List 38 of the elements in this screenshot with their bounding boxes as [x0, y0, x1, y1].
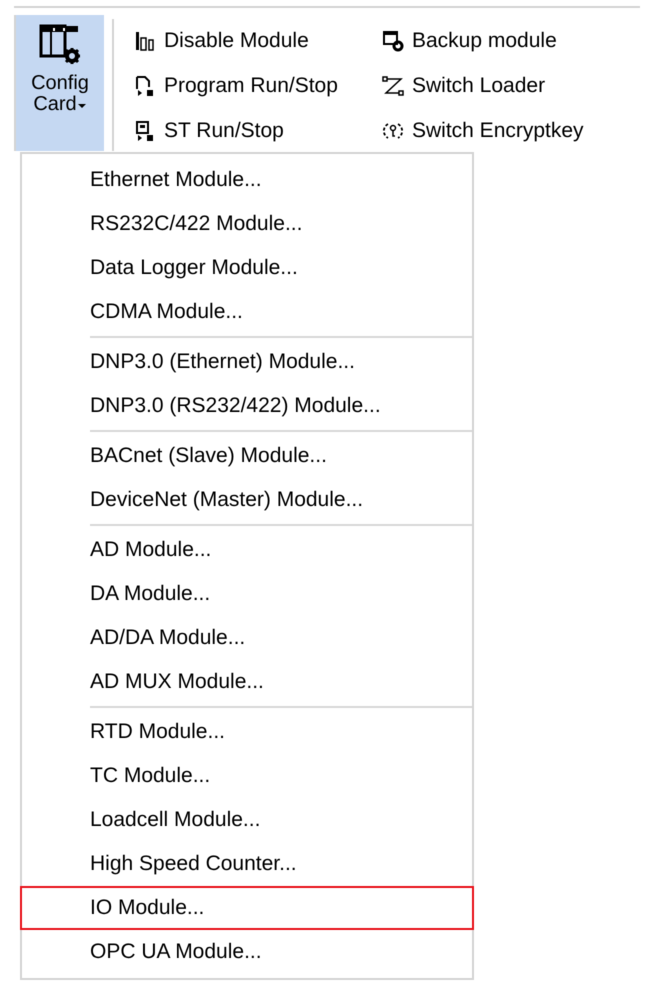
command-button[interactable]: Switch Loader — [382, 64, 642, 108]
menu-item[interactable]: AD MUX Module... — [20, 660, 474, 704]
menu-item[interactable]: High Speed Counter... — [20, 842, 474, 886]
menu-item[interactable]: RS232C/422 Module... — [20, 202, 474, 246]
command-label: Backup module — [412, 29, 557, 53]
command-label: ST Run/Stop — [164, 119, 284, 143]
menu-item[interactable]: Ethernet Module... — [20, 158, 474, 202]
menu-item[interactable]: AD/DA Module... — [20, 616, 474, 660]
config-card-button[interactable]: Config Card — [16, 15, 104, 151]
command-button[interactable]: Program Run/Stop — [134, 64, 382, 108]
command-button[interactable]: ST Run/Stop — [134, 108, 382, 154]
module-gear-icon — [38, 23, 82, 67]
command-label: Switch Loader — [412, 74, 546, 98]
menu-item[interactable]: IO Module... — [20, 886, 474, 930]
menu-item[interactable]: BACnet (Slave) Module... — [20, 434, 474, 478]
command-label: Disable Module — [164, 29, 309, 53]
command-label: Switch Encryptkey — [412, 119, 584, 143]
command-label: Program Run/Stop — [164, 74, 338, 98]
menu-item[interactable]: Data Logger Module... — [20, 246, 474, 290]
command-button[interactable]: Disable Module — [134, 18, 382, 64]
module-icon — [134, 30, 156, 52]
menu-item[interactable]: AD Module... — [20, 528, 474, 572]
menu-item[interactable]: DeviceNet (Master) Module... — [20, 478, 474, 522]
caret-icon — [76, 102, 87, 110]
menu-item[interactable]: OPC UA Module... — [20, 930, 474, 974]
menu-item[interactable]: Loadcell Module... — [20, 798, 474, 842]
command-button[interactable]: Switch Encryptkey — [382, 108, 642, 154]
connector-icon — [382, 75, 404, 97]
menu-item[interactable]: DNP3.0 (RS232/422) Module... — [20, 384, 474, 428]
document-play-icon — [134, 120, 156, 142]
module-gear-icon — [382, 30, 404, 52]
menu-item[interactable]: DA Module... — [20, 572, 474, 616]
menu-item[interactable]: RTD Module... — [20, 710, 474, 754]
menu-item[interactable]: CDMA Module... — [20, 290, 474, 334]
menu-item[interactable]: DNP3.0 (Ethernet) Module... — [20, 340, 474, 384]
menu-item[interactable]: TC Module... — [20, 754, 474, 798]
command-button[interactable]: Backup module — [382, 18, 642, 64]
document-play-icon — [134, 75, 156, 97]
